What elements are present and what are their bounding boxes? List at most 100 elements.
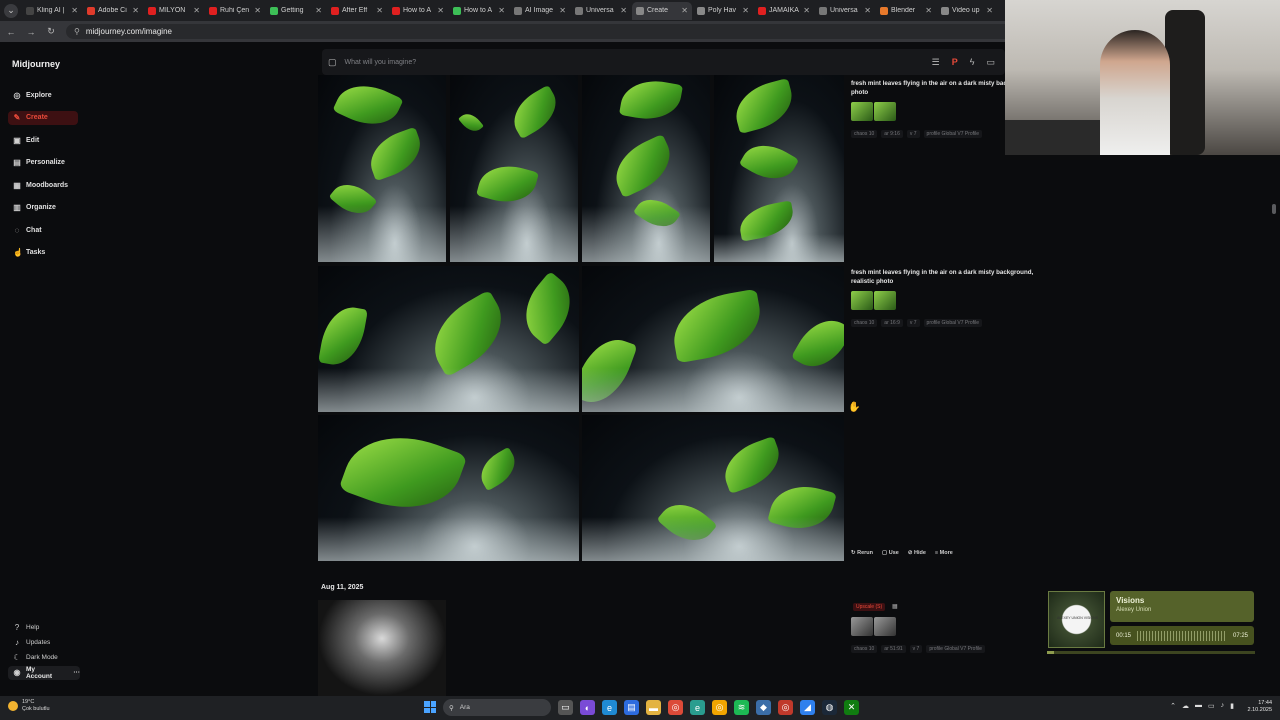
browser-tab[interactable]: Video up ✕	[937, 2, 997, 20]
hide-button[interactable]: ⊘ Hide	[908, 550, 926, 556]
tab-close-icon[interactable]: ✕	[559, 6, 566, 15]
tab-close-icon[interactable]: ✕	[925, 6, 932, 15]
sidebar-item-explore[interactable]: ◎ Explore	[8, 88, 78, 102]
browser-tab[interactable]: Getting ✕	[266, 2, 326, 20]
battery-icon[interactable]: ▮	[1230, 702, 1234, 710]
param-chip[interactable]: v 7	[906, 319, 920, 327]
url-field[interactable]: ⚲ midjourney.com/imagine	[66, 24, 1026, 39]
tab-close-icon[interactable]: ✕	[864, 6, 871, 15]
param-chip[interactable]: ar 16:9	[881, 319, 903, 327]
sidebar-item-edit[interactable]: ▣ Edit	[8, 133, 78, 147]
sidebar-bottom-my-account[interactable]: ◉ My Account ···	[8, 665, 81, 680]
param-chip[interactable]: chaos 10	[851, 319, 878, 327]
image-2-2[interactable]	[582, 266, 844, 412]
sidebar-item-moodboards[interactable]: ▦ Moodboards	[8, 178, 78, 192]
sidebar-item-organize[interactable]: ▥ Organize	[8, 201, 78, 215]
browser-tab[interactable]: Universa ✕	[571, 2, 631, 20]
param-chip[interactable]: profile Global V7 Profile	[923, 130, 983, 138]
waveform[interactable]	[1137, 630, 1227, 641]
forward-icon[interactable]: →	[26, 27, 36, 37]
tab-close-icon[interactable]: ✕	[132, 6, 139, 15]
image-upload-icon[interactable]: ▢	[328, 57, 337, 68]
chrome-alt-icon[interactable]: ◎	[778, 700, 793, 715]
music-player-widget[interactable]: ALEXEY UNION VISIONS Visions Alexey Unio…	[1047, 590, 1255, 656]
tab-close-icon[interactable]: ✕	[437, 6, 444, 15]
track-progress[interactable]: 00:15 07:25	[1110, 626, 1254, 645]
copilot-icon[interactable]: ◐	[580, 700, 595, 715]
image-3-1[interactable]	[318, 415, 579, 561]
param-chip[interactable]: v 7	[909, 645, 923, 653]
edge-icon[interactable]: e	[602, 700, 617, 715]
image-3-2[interactable]	[582, 415, 844, 561]
volume-icon[interactable]: ♪	[1221, 702, 1225, 710]
chat-mode-icon[interactable]: ▭	[986, 57, 995, 68]
browser-tab[interactable]: Universa ✕	[815, 2, 875, 20]
browser-tab[interactable]: Create ✕	[632, 1, 692, 20]
folder-sync-icon[interactable]: ▬	[1195, 702, 1202, 710]
tray-chevron-icon[interactable]: ⌃	[1170, 702, 1176, 710]
explorer-icon[interactable]: ▬	[646, 700, 661, 715]
back-icon[interactable]: ←	[6, 27, 16, 37]
sidebar-bottom-help[interactable]: ? Help	[8, 620, 80, 634]
site-info-icon[interactable]: ⚲	[74, 27, 80, 36]
system-clock[interactable]: 17:44 2.10.2025	[1248, 700, 1272, 714]
tab-close-icon[interactable]: ✕	[620, 6, 627, 15]
more-button[interactable]: ≡ More	[935, 550, 953, 556]
speed-icon[interactable]: ϟ	[970, 57, 975, 67]
browser-tab[interactable]: AI Image ✕	[510, 2, 570, 20]
image-4-1[interactable]	[318, 600, 446, 696]
store-icon[interactable]: ▤	[624, 700, 639, 715]
taskbar-search[interactable]: ⚲ Ara	[443, 699, 551, 716]
rerun-button[interactable]: ↻ Rerun	[851, 550, 873, 556]
prompt-input[interactable]: What will you imagine?	[345, 59, 417, 66]
personalize-toggle-icon[interactable]: P	[952, 57, 958, 67]
tab-close-icon[interactable]: ✕	[254, 6, 261, 15]
spotify-icon[interactable]: ≋	[734, 700, 749, 715]
browser-tab[interactable]: Ruhi Çen ✕	[205, 2, 265, 20]
browser-tab[interactable]: JAMAİKA ✕	[754, 2, 814, 20]
sidebar-item-create[interactable]: ✎ Create	[8, 110, 78, 125]
chrome-icon[interactable]: ◎	[668, 700, 683, 715]
grid-icon[interactable]: ▦	[892, 603, 898, 610]
image-1-3[interactable]	[582, 75, 710, 262]
tab-close-icon[interactable]: ✕	[681, 6, 688, 15]
use-button[interactable]: ▢ Use	[882, 550, 899, 556]
tab-close-icon[interactable]: ✕	[986, 6, 993, 15]
browser-tab[interactable]: Blender ✕	[876, 2, 936, 20]
tab-close-icon[interactable]: ✕	[193, 6, 200, 15]
sidebar-item-tasks[interactable]: ☝ Tasks	[8, 246, 78, 260]
brand-logo[interactable]: Midjourney	[12, 59, 60, 69]
param-chip[interactable]: profile Global V7 Profile	[926, 645, 985, 653]
browser-tab[interactable]: How to A ✕	[388, 2, 448, 20]
weather-widget[interactable]: 19°C Çok bulutlu	[8, 699, 50, 713]
image-1-1[interactable]	[318, 75, 446, 262]
param-chip[interactable]: chaos 10	[851, 645, 878, 653]
browser-tab[interactable]: Poly Hav ✕	[693, 2, 753, 20]
cloud-icon[interactable]: ☁	[1182, 702, 1189, 710]
windows-start-icon[interactable]	[424, 701, 436, 713]
tab-close-icon[interactable]: ✕	[71, 6, 78, 15]
page-scrollbar[interactable]	[1272, 160, 1276, 696]
image-2-1[interactable]	[318, 266, 579, 412]
tab-close-icon[interactable]: ✕	[315, 6, 322, 15]
browser-tab[interactable]: How to A ✕	[449, 2, 509, 20]
param-chip[interactable]: ar 9:16	[881, 130, 903, 138]
param-chip[interactable]: v 7	[906, 130, 920, 138]
browser-tab[interactable]: Adobe Ci ✕	[83, 2, 143, 20]
param-chip[interactable]: chaos 10	[851, 130, 878, 138]
edge-dev-icon[interactable]: e	[690, 700, 705, 715]
job-3-reference-thumbs[interactable]	[851, 617, 896, 636]
account-menu-icon[interactable]: ···	[74, 669, 81, 676]
scrollbar-thumb[interactable]	[1272, 204, 1276, 214]
job-2-prompt[interactable]: fresh mint leaves flying in the air on a…	[851, 268, 1041, 286]
browser-tab[interactable]: MİLYON ✕	[144, 2, 204, 20]
sidebar-item-chat[interactable]: ◌ Chat	[8, 223, 78, 237]
progress-bar[interactable]	[1047, 651, 1255, 654]
tab-close-icon[interactable]: ✕	[376, 6, 383, 15]
app2-icon[interactable]: ◢	[800, 700, 815, 715]
browser-tab[interactable]: Kling AI | ✕	[22, 2, 82, 20]
sidebar-bottom-dark-mode[interactable]: ☾ Dark Mode	[8, 651, 80, 665]
settings-sliders-icon[interactable]: ☰	[932, 57, 940, 68]
tab-close-icon[interactable]: ✕	[742, 6, 749, 15]
chrome-canary-icon[interactable]: ◎	[712, 700, 727, 715]
